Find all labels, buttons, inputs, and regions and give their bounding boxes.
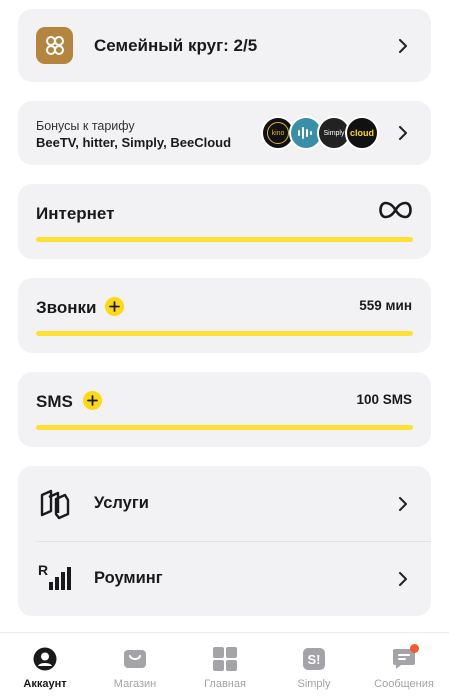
services-label: Услуги xyxy=(94,494,149,512)
tariff-bonuses-label: Бонусы к тарифу xyxy=(36,119,135,133)
chevron-right-icon xyxy=(399,497,407,511)
nav-simply[interactable]: S! Simply xyxy=(269,641,359,697)
services-icon xyxy=(40,489,70,520)
simply-icon: S! xyxy=(303,648,325,670)
add-sms-plus-icon[interactable] xyxy=(83,391,102,410)
sms-amount: 100 SMS xyxy=(356,392,412,407)
roaming-row[interactable]: R Роуминг xyxy=(18,541,431,616)
sms-title: SMS xyxy=(36,392,73,411)
svg-text:S!: S! xyxy=(308,652,321,667)
account-icon xyxy=(33,647,57,671)
family-circle-title: Семейный круг: 2/5 xyxy=(94,36,258,55)
calls-title: Звонки xyxy=(36,298,97,317)
services-list-card: Услуги R Роуминг xyxy=(18,466,431,616)
tariff-bonuses-card[interactable]: Бонусы к тарифу BeeTV, hitter, Simply, B… xyxy=(18,101,431,165)
nav-shop[interactable]: Магазин xyxy=(90,641,180,697)
chevron-right-icon xyxy=(399,572,407,586)
nav-messages[interactable]: Сообщения xyxy=(359,641,449,697)
kino-logo-text: kino xyxy=(267,122,289,144)
nav-home[interactable]: Главная xyxy=(180,641,270,697)
add-calls-plus-icon[interactable] xyxy=(105,297,124,316)
calls-usage-bar xyxy=(36,331,413,336)
tariff-bonuses-services: BeeTV, hitter, Simply, BeeCloud xyxy=(36,135,232,150)
nav-home-label: Главная xyxy=(204,678,246,690)
bonus-logos: kino Simply cloud xyxy=(261,116,381,150)
sms-card[interactable]: SMS 100 SMS xyxy=(18,372,431,447)
simply-logo-text: Simply xyxy=(323,129,345,137)
chevron-right-icon xyxy=(399,39,407,53)
nav-shop-label: Магазин xyxy=(113,678,157,690)
roaming-label: Роуминг xyxy=(94,569,163,587)
shop-icon xyxy=(124,650,146,668)
roaming-signal-icon: R xyxy=(38,562,71,590)
family-icon xyxy=(36,27,73,64)
nav-account[interactable]: Аккаунт xyxy=(0,641,90,697)
services-row[interactable]: Услуги xyxy=(18,466,431,541)
home-grid-icon xyxy=(213,647,237,671)
cloud-logo-text: cloud xyxy=(350,128,374,138)
svg-text:R: R xyxy=(38,562,48,578)
nav-messages-label: Сообщения xyxy=(374,678,434,690)
internet-card[interactable]: Интернет xyxy=(18,184,431,259)
nav-account-label: Аккаунт xyxy=(23,678,67,690)
calls-amount: 559 мин xyxy=(359,298,412,313)
internet-title: Интернет xyxy=(36,204,115,223)
nav-simply-label: Simply xyxy=(297,678,331,690)
calls-card[interactable]: Звонки 559 мин xyxy=(18,278,431,353)
infinity-icon xyxy=(379,201,412,219)
internet-usage-bar xyxy=(36,237,413,242)
chevron-right-icon xyxy=(399,126,407,140)
family-circle-card[interactable]: Семейный круг: 2/5 xyxy=(18,9,431,82)
sms-usage-bar xyxy=(36,425,413,430)
bottom-navigation: Аккаунт Магазин Главная S! Simply Сообще… xyxy=(0,632,449,699)
notification-badge xyxy=(410,644,419,653)
beecloud-logo-icon: cloud xyxy=(345,116,379,150)
